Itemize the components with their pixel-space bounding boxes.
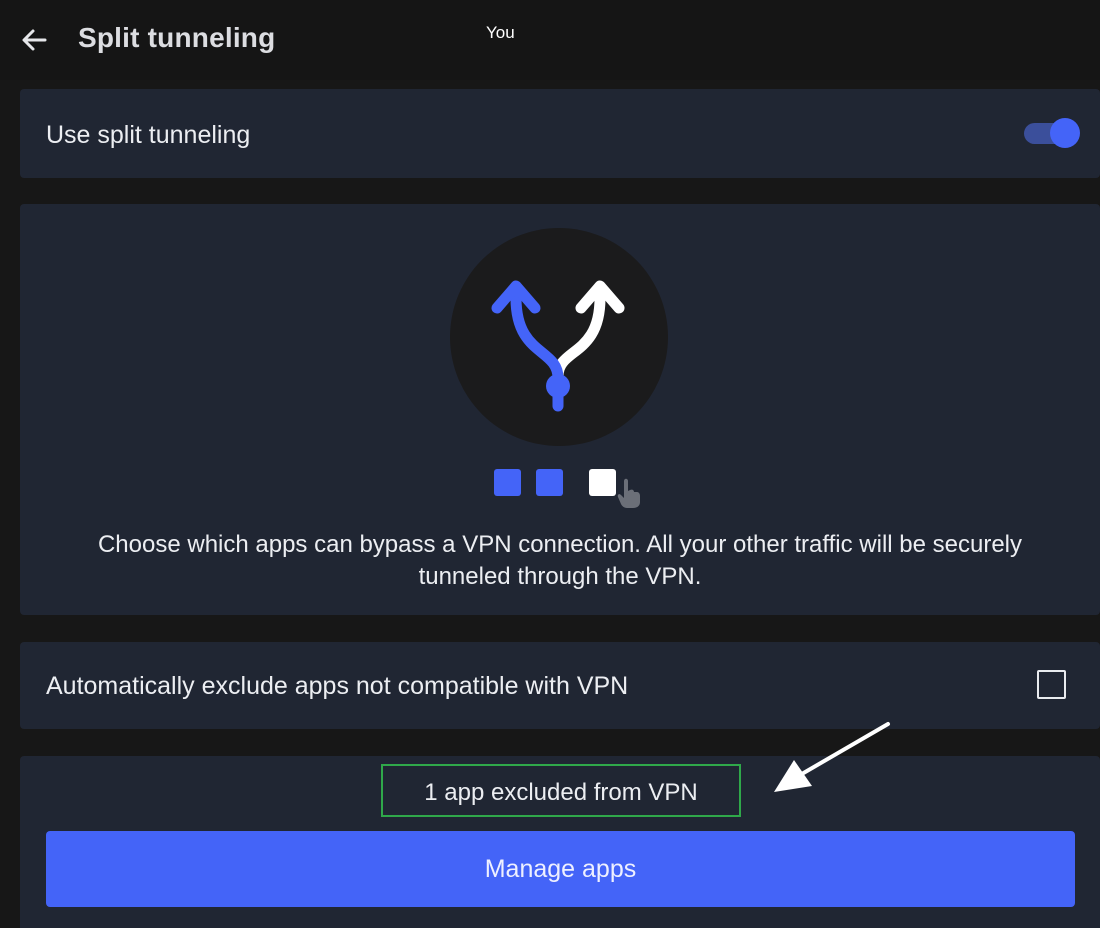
split-tunneling-row[interactable]: Use split tunneling	[20, 89, 1100, 178]
watermark-text: You	[486, 23, 515, 42]
split-tunneling-description: Choose which apps can bypass a VPN conne…	[97, 531, 1023, 590]
pagination-dot[interactable]	[494, 469, 521, 496]
split-arrows-icon	[491, 280, 625, 412]
manage-apps-button[interactable]: Manage apps	[46, 831, 1075, 907]
top-app-bar: Split tunneling You	[0, 0, 1100, 80]
arrow-left-icon	[22, 29, 47, 51]
illustration	[450, 228, 668, 446]
back-button[interactable]	[16, 22, 52, 58]
auto-exclude-label: Automatically exclude apps not compatibl…	[46, 672, 629, 700]
excluded-count-highlight: 1 app excluded from VPN	[381, 764, 741, 817]
split-tunneling-toggle[interactable]	[1022, 117, 1080, 149]
auto-exclude-checkbox[interactable]	[1037, 670, 1066, 699]
split-tunneling-label: Use split tunneling	[46, 121, 251, 149]
page-title: Split tunneling	[78, 22, 276, 53]
toggle-knob	[1050, 118, 1080, 148]
hand-pointer-icon	[617, 478, 640, 508]
pagination-dot[interactable]	[536, 469, 563, 496]
pagination-indicator	[494, 469, 654, 508]
info-card: Choose which apps can bypass a VPN conne…	[20, 204, 1100, 615]
manage-apps-card: 1 app excluded from VPN Manage apps	[20, 722, 1100, 928]
auto-exclude-row[interactable]: Automatically exclude apps not compatibl…	[20, 642, 1100, 729]
annotation-arrow-icon	[774, 722, 890, 792]
excluded-count-text: 1 app excluded from VPN	[424, 778, 698, 806]
